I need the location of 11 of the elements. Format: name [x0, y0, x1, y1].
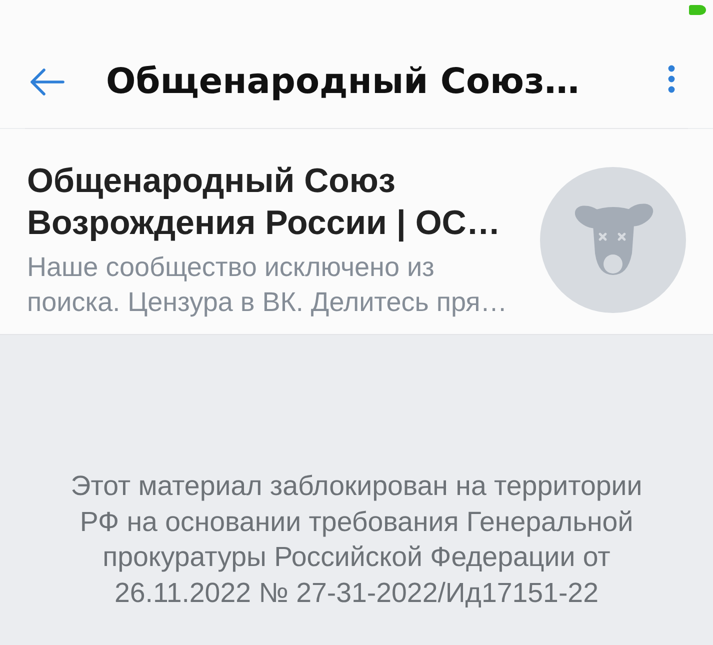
dog-avatar-icon [540, 167, 686, 313]
group-card[interactable]: Общенародный Союз Возрождения России | ОС… Наше сообщество исключено из поиска. Цензура в ВК. Делитесь пря… [0, 129, 713, 335]
battery-icon [689, 5, 706, 15]
back-button[interactable] [29, 67, 65, 97]
page-title: Общенародный Союз… [106, 61, 580, 103]
more-icon [668, 65, 675, 93]
group-name: Общенародный Союз Возрождения России | ОС… [27, 161, 502, 244]
group-description: Наше сообщество исключено из поиска. Цензура в ВК. Делитесь пря… [27, 251, 508, 319]
back-arrow-icon [29, 67, 65, 97]
more-button[interactable] [668, 65, 675, 93]
blocked-notice: Этот материал заблокирован на территории РФ на основании требования Генеральной прокуратуры Российской Федерации от 26.11.2022 № 27-31-2022/Ид17151-22 [70, 469, 642, 610]
